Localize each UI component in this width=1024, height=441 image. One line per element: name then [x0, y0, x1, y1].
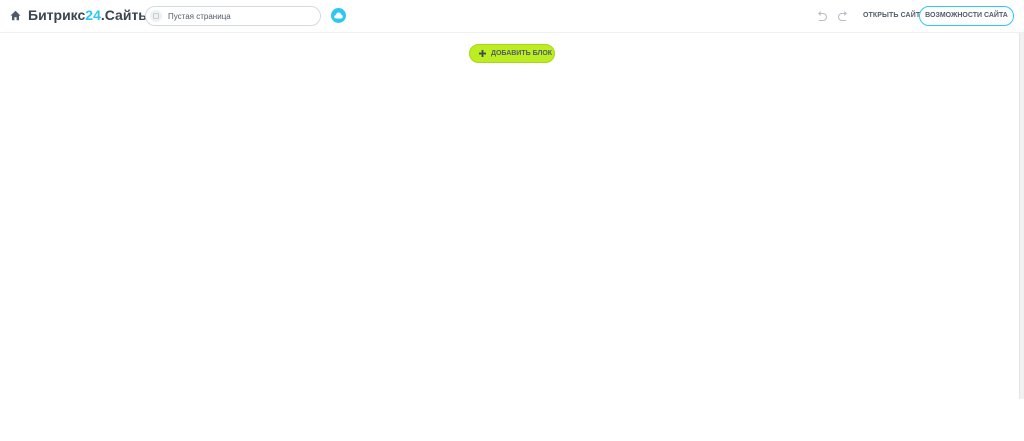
redo-icon[interactable]: [837, 10, 849, 22]
open-site-link[interactable]: ОТКРЫТЬ САЙТ: [863, 11, 920, 21]
page-icon: [150, 10, 162, 22]
app-logo[interactable]: Битрикс24.Сайты: [28, 7, 150, 24]
landing-editor: Битрикс24.Сайты Пустая страница ОТКРЫТЬ …: [0, 0, 1024, 441]
logo-accent: 24: [85, 7, 101, 23]
cloud-icon: [334, 12, 343, 19]
home-icon[interactable]: [10, 10, 21, 21]
undo-icon[interactable]: [816, 10, 828, 22]
plus-icon: [479, 50, 486, 57]
cloud-button[interactable]: [331, 8, 346, 23]
page-title-field[interactable]: Пустая страница: [145, 6, 321, 26]
add-block-button[interactable]: ДОБАВИТЬ БЛОК: [469, 44, 555, 63]
logo-main: Битрикс: [28, 7, 86, 23]
logo-suffix: .Сайты: [100, 7, 151, 23]
page-title: Пустая страница: [168, 12, 231, 21]
add-block-label: ДОБАВИТЬ БЛОК: [491, 50, 553, 57]
top-toolbar: Битрикс24.Сайты Пустая страница ОТКРЫТЬ …: [0, 0, 1024, 33]
page-scrollbar[interactable]: [1019, 33, 1024, 399]
site-features-button[interactable]: ВОЗМОЖНОСТИ САЙТА: [919, 6, 1014, 26]
